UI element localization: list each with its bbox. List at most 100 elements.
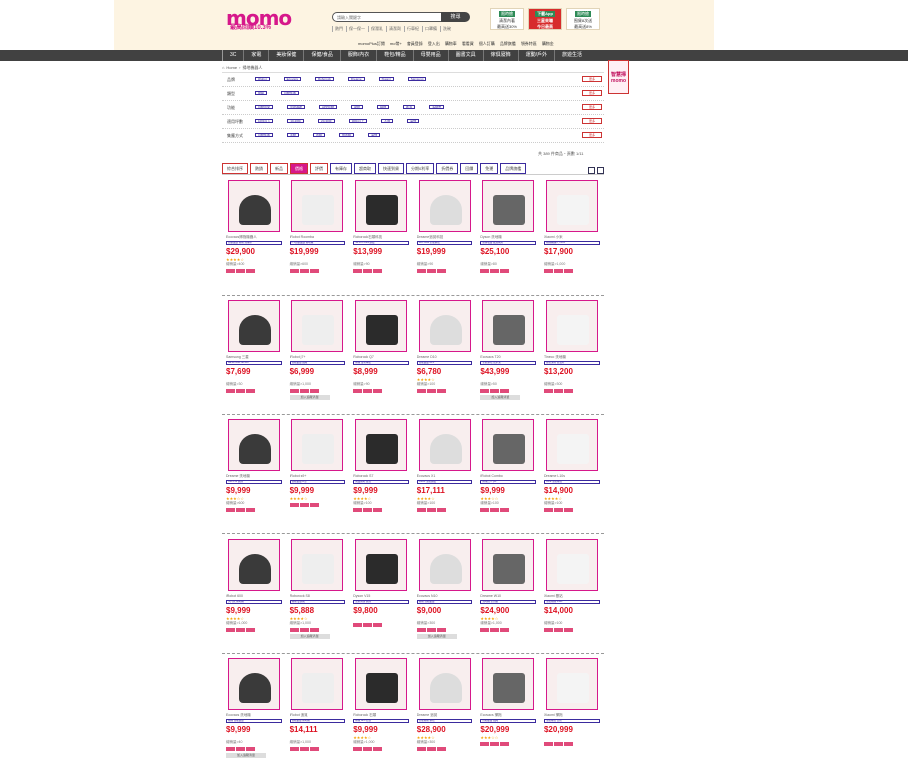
filter-option[interactable]: APP控制 — [319, 105, 338, 109]
top-link[interactable]: 看看買 — [462, 41, 474, 47]
product-name[interactable]: Dyson V15 — [353, 594, 409, 599]
filter-option[interactable]: 拖地 — [377, 105, 390, 109]
product-image[interactable] — [418, 180, 471, 232]
filter-option[interactable]: 其他 — [407, 119, 420, 123]
filter-more-button[interactable]: 更多 — [582, 90, 602, 96]
product-image[interactable] — [291, 180, 344, 232]
hot-keyword[interactable]: 清潔劑 — [386, 26, 401, 32]
quick-filter[interactable]: 回饋 — [460, 163, 479, 174]
top-link[interactable]: 購物車 — [445, 41, 457, 47]
product-image[interactable] — [227, 180, 280, 232]
nav-item[interactable]: 保健/食品 — [303, 50, 339, 61]
product-card[interactable]: Roborock S8 掃拖 雙滾刷 $5,888 ★★★★☆ 總銷量>1,000 加入追… — [286, 537, 350, 657]
product-name[interactable]: Xiaomi 小米 — [544, 235, 600, 240]
track-button[interactable]: 加入追蹤清單 — [226, 753, 266, 758]
product-name[interactable]: iRobot 追覓 — [290, 713, 346, 718]
list-view-icon[interactable] — [597, 167, 604, 174]
filter-option[interactable]: 乾濕 — [403, 105, 416, 109]
filter-option[interactable]: 掃拖 — [255, 91, 268, 95]
sort-button[interactable]: 評價 — [310, 163, 328, 174]
product-name[interactable]: Samsung 三星 — [226, 355, 282, 360]
product-name[interactable]: Ecovacs N10 — [417, 594, 473, 599]
filter-option[interactable]: 手動 — [287, 133, 300, 137]
product-image[interactable] — [545, 419, 598, 471]
filter-option[interactable]: Dreame — [347, 77, 365, 81]
filter-option[interactable]: 雷射導航 — [287, 105, 306, 109]
product-card[interactable]: Tineco 洗地機 智能洗地 自清潔 $13,200 總銷量>300 — [540, 298, 604, 418]
product-name[interactable]: iRobot s9+ — [290, 474, 346, 479]
product-card[interactable]: Dyson V15 雷射偵測 無線 $9,800 — [349, 537, 413, 657]
product-image[interactable] — [418, 419, 471, 471]
quick-filter[interactable]: 超商取 — [354, 163, 376, 174]
product-card[interactable]: Xiaomi 基站 全能掃拖 S10+ $14,000 總銷量>100 — [540, 537, 604, 657]
track-button[interactable]: 加入追蹤清單 — [289, 633, 330, 639]
nav-item[interactable]: 服飾/內衣 — [339, 50, 376, 61]
product-name[interactable]: Dreame W10 — [480, 594, 536, 599]
product-name[interactable]: Xiaomi 掃拖 — [544, 713, 600, 718]
product-image[interactable] — [227, 419, 280, 471]
product-card[interactable]: Xiaomi 掃拖 全能基站 白色 $20,999 — [540, 656, 604, 773]
filter-option[interactable]: iRobot — [255, 77, 270, 81]
product-image[interactable] — [482, 419, 535, 471]
search-button[interactable]: 搜尋 — [441, 12, 470, 22]
quick-filter[interactable]: 有庫存 — [330, 163, 352, 174]
product-image[interactable] — [291, 299, 344, 352]
filter-option[interactable]: Ecovacs — [283, 77, 302, 81]
product-image[interactable] — [545, 538, 598, 591]
filter-option[interactable]: Xiaomi — [378, 77, 394, 81]
filter-more-button[interactable]: 更多 — [582, 132, 602, 138]
product-name[interactable]: Ecovacs T20 — [480, 355, 536, 360]
product-card[interactable]: Dreame 追覓 全能掃拖 基站 $28,900 ★★★★☆ 總銷量>300 — [413, 656, 477, 773]
filter-more-button[interactable]: 更多 — [582, 104, 602, 110]
product-name[interactable]: Dyson 洗地機 — [480, 235, 536, 240]
product-card[interactable]: Roborock Q7 掃拖 雷射導航 $8,999 總銷量>90 — [349, 298, 413, 418]
product-image[interactable] — [291, 658, 344, 710]
nav-item[interactable]: 母嬰用品 — [412, 50, 448, 61]
filter-option[interactable]: 自動回充 — [255, 105, 274, 109]
product-name[interactable]: Xiaomi 基站 — [544, 594, 600, 599]
nav-item[interactable]: 圖書文具 — [447, 50, 483, 61]
track-button[interactable]: 加入追蹤清單 — [416, 633, 457, 639]
product-name[interactable]: Dreame追覓科技 — [417, 235, 473, 240]
product-name[interactable]: Dreame L10s — [544, 474, 600, 479]
filter-option[interactable]: 自動集塵 — [281, 91, 300, 95]
product-image[interactable] — [291, 538, 344, 591]
home-icon[interactable]: ⌂ — [222, 65, 224, 71]
top-link[interactable]: 領券特區 — [521, 41, 537, 47]
product-name[interactable]: Roborock S8 — [290, 594, 346, 599]
filter-option[interactable]: 自動集塵 — [255, 133, 274, 137]
product-name[interactable]: Roborock 石頭 — [353, 713, 409, 718]
filter-option[interactable]: Roborock — [315, 77, 334, 81]
filter-option[interactable]: Samsung — [407, 77, 427, 81]
product-card[interactable]: Ecovacs掃拖機器人 自動集塵 掃拖 洗拖布 $29,900 ★★★★☆ 總銷量>4… — [222, 178, 286, 298]
product-image[interactable] — [482, 180, 535, 232]
product-card[interactable]: Ecovacs N10 掃拖 自動集塵 $9,000 總銷量>300 加入追蹤清單 — [413, 537, 477, 657]
product-card[interactable]: iRobot Combo 掃拖合一 j5+ $9,999 ★★★☆☆ 總銷量>100 — [476, 417, 540, 537]
product-image[interactable] — [227, 658, 280, 710]
nav-item[interactable]: 美妝保健 — [268, 50, 303, 61]
product-name[interactable]: Ecovacs 洗地機 — [226, 713, 282, 718]
product-image[interactable] — [354, 538, 407, 591]
product-card[interactable]: Roborock S7 聲波拖地 自清 $9,999 ★★★★☆ 總銷量>100 — [349, 417, 413, 537]
product-image[interactable] — [418, 658, 471, 710]
quick-filter[interactable]: 品牌旗艦 — [500, 163, 527, 174]
product-card[interactable]: iRobot s9+ 自動集塵 D型 $9,999 ★★★★☆ — [286, 417, 350, 537]
product-image[interactable] — [418, 299, 471, 352]
product-name[interactable]: iRobot 600 — [226, 594, 282, 599]
filter-more-button[interactable]: 更多 — [582, 76, 602, 82]
product-name[interactable]: Dreame D10 — [417, 355, 473, 360]
top-link[interactable]: 會員登錄 — [407, 41, 423, 47]
filter-option[interactable]: 其他 — [368, 133, 381, 137]
product-card[interactable]: Dyson 洗地機 無線吸塵 乾濕兩用 $25,100 總銷量>80 — [476, 178, 540, 298]
track-button[interactable]: 加入追蹤清單 — [480, 394, 521, 400]
nav-item[interactable]: 運動/戶外 — [517, 50, 554, 61]
hot-keyword[interactable]: 洗碗 — [440, 26, 451, 32]
product-image[interactable] — [227, 299, 280, 352]
product-name[interactable]: Tineco 洗地機 — [544, 355, 600, 360]
sort-button[interactable]: 新品 — [270, 163, 288, 174]
product-image[interactable] — [482, 538, 535, 591]
promo-banner[interactable]: 限時搶 清潔內著 最高送30% — [490, 8, 524, 30]
filter-option[interactable]: 避障 — [351, 105, 364, 109]
search-input[interactable] — [332, 12, 442, 22]
product-card[interactable]: Dreame D10 自動集塵 APP $6,780 ★★★★☆ 總銷量>100 — [413, 298, 477, 418]
